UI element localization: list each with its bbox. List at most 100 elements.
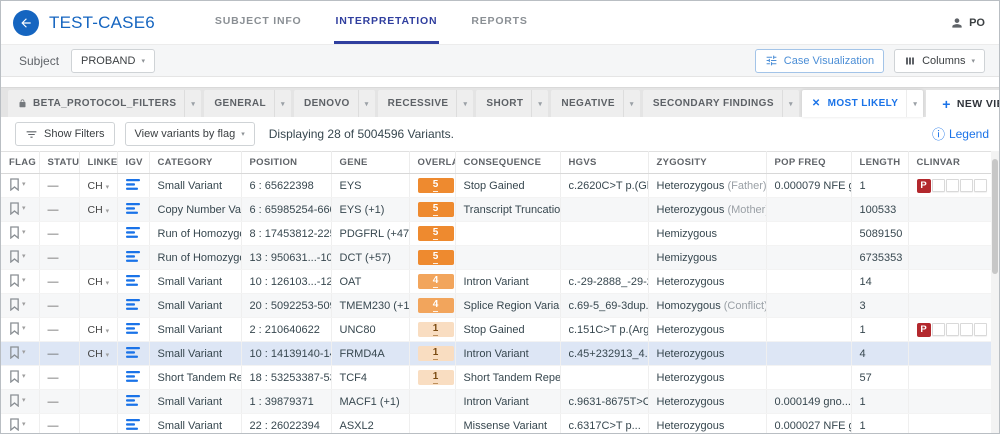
overlap-badge[interactable]: 5: [418, 202, 454, 217]
table-row[interactable]: ▾—CH ▾Small Variant10 : 126103...-126103…: [1, 270, 994, 294]
clinvar-indicator[interactable]: P: [917, 323, 987, 337]
chevron-down-icon[interactable]: ▾: [358, 90, 375, 117]
flag-bookmark-icon[interactable]: ▾: [9, 394, 26, 407]
column-header-clinvar[interactable]: CLINVAR: [908, 152, 994, 174]
overlap-badge[interactable]: 4: [418, 274, 454, 289]
columns-button[interactable]: Columns ▾: [894, 49, 985, 73]
view-by-flag-dropdown[interactable]: View variants by flag ▾: [125, 122, 255, 146]
chevron-down-icon[interactable]: ▾: [782, 90, 799, 117]
view-tab-negative[interactable]: NEGATIVE▾: [551, 90, 640, 117]
overlap-badge[interactable]: 5: [418, 178, 454, 193]
linked-dropdown[interactable]: CH ▾: [88, 276, 110, 288]
new-view-button[interactable]: + NEW VIEW: [926, 96, 1000, 112]
column-header-hgvs[interactable]: HGVS: [560, 152, 648, 174]
column-header-category[interactable]: CATEGORY: [149, 152, 241, 174]
chevron-down-icon[interactable]: ▾: [274, 90, 291, 117]
column-header-overlap[interactable]: OVERLAP: [409, 152, 455, 174]
hgvs-cell: c.6317C>T p...: [560, 414, 648, 434]
column-header-length[interactable]: LENGTH: [851, 152, 908, 174]
igv-link-icon[interactable]: [126, 395, 140, 406]
gene-cell: EYS: [331, 174, 409, 198]
table-row[interactable]: ▾—Small Variant22 : 26022394ASXL2Missens…: [1, 414, 994, 434]
view-tab-recessive[interactable]: RECESSIVE▾: [378, 90, 474, 117]
table-row[interactable]: ▾—CH ▾Copy Number Variant6 : 65985254-66…: [1, 198, 994, 222]
flag-bookmark-icon[interactable]: ▾: [9, 370, 26, 383]
view-tab-secondary-findings[interactable]: SECONDARY FINDINGS▾: [643, 90, 799, 117]
flag-bookmark-icon[interactable]: ▾: [9, 178, 26, 191]
igv-link-icon[interactable]: [126, 371, 140, 382]
flag-bookmark-icon[interactable]: ▾: [9, 322, 26, 335]
flag-bookmark-icon[interactable]: ▾: [9, 274, 26, 287]
table-row[interactable]: ▾—Run of Homozygosity8 : 17453812-225429…: [1, 222, 994, 246]
igv-link-icon[interactable]: [126, 251, 140, 262]
table-row[interactable]: ▾—Small Variant1 : 39879371MACF1 (+1)Int…: [1, 390, 994, 414]
igv-link-icon[interactable]: [126, 227, 140, 238]
case-visualization-button[interactable]: Case Visualization: [755, 49, 884, 73]
column-header-zygosity[interactable]: ZYGOSITY: [648, 152, 766, 174]
igv-link-icon[interactable]: [126, 299, 140, 310]
back-button[interactable]: [13, 10, 39, 36]
hgvs-cell: c.151C>T p.(Arg...: [560, 318, 648, 342]
linked-dropdown[interactable]: CH ▾: [88, 180, 110, 192]
table-row[interactable]: ▾—Small Variant20 : 5092253-5092254TMEM2…: [1, 294, 994, 318]
tab-interpretation[interactable]: INTERPRETATION: [334, 1, 440, 44]
table-row[interactable]: ▾—CH ▾Small Variant10 : 14139140-1413914…: [1, 342, 994, 366]
overlap-badge[interactable]: 1: [418, 322, 454, 337]
tab-reports[interactable]: REPORTS: [469, 1, 529, 44]
view-tab-beta-protocol-filters[interactable]: BETA_PROTOCOL_FILTERS▾: [8, 90, 201, 117]
overlap-badge[interactable]: 4: [418, 298, 454, 313]
chevron-down-icon[interactable]: ▾: [456, 90, 473, 117]
overlap-badge[interactable]: 1: [418, 370, 454, 385]
column-header-gene[interactable]: GENE: [331, 152, 409, 174]
legend-link[interactable]: ⓘ Legend: [932, 127, 989, 141]
overlap-badge[interactable]: 5: [418, 226, 454, 241]
column-header-flag[interactable]: FLAG: [1, 152, 39, 174]
flag-bookmark-icon[interactable]: ▾: [9, 418, 26, 431]
length-cell: 1: [851, 318, 908, 342]
column-header-linked[interactable]: LINKED: [79, 152, 117, 174]
igv-link-icon[interactable]: [126, 419, 140, 430]
consequence-cell: Transcript Truncation Cop...: [455, 198, 560, 222]
flag-bookmark-icon[interactable]: ▾: [9, 250, 26, 263]
column-header-igv[interactable]: IGV: [117, 152, 149, 174]
chevron-down-icon[interactable]: ▾: [623, 90, 640, 117]
view-tab-denovo[interactable]: DENOVO▾: [294, 90, 375, 117]
scrollbar-thumb[interactable]: [992, 159, 998, 274]
table-row[interactable]: ▾—CH ▾Small Variant2 : 210640622UNC801St…: [1, 318, 994, 342]
chevron-down-icon[interactable]: ▾: [531, 90, 548, 117]
table-row[interactable]: ▾—Run of Homozygosity13 : 950631...-1017…: [1, 246, 994, 270]
column-header-position[interactable]: POSITION: [241, 152, 331, 174]
vertical-scrollbar[interactable]: [991, 151, 999, 433]
position-cell: 22 : 26022394: [241, 414, 331, 434]
column-header-consequence[interactable]: CONSEQUENCE: [455, 152, 560, 174]
view-tab-short[interactable]: SHORT▾: [476, 90, 548, 117]
flag-bookmark-icon[interactable]: ▾: [9, 346, 26, 359]
subject-dropdown[interactable]: PROBAND ▾: [71, 49, 155, 73]
clinvar-indicator[interactable]: P: [917, 179, 987, 193]
table-row[interactable]: ▾—CH ▾Small Variant6 : 65622398EYS5Stop …: [1, 174, 994, 198]
overlap-badge[interactable]: 1: [418, 346, 454, 361]
linked-dropdown[interactable]: CH ▾: [88, 324, 110, 336]
flag-bookmark-icon[interactable]: ▾: [9, 298, 26, 311]
igv-link-icon[interactable]: [126, 275, 140, 286]
column-header-status[interactable]: STATUS: [39, 152, 79, 174]
overlap-badge[interactable]: 5: [418, 250, 454, 265]
flag-bookmark-icon[interactable]: ▾: [9, 202, 26, 215]
tab-subject-info[interactable]: SUBJECT INFO: [213, 1, 304, 44]
igv-link-icon[interactable]: [126, 179, 140, 190]
igv-link-icon[interactable]: [126, 347, 140, 358]
show-filters-button[interactable]: Show Filters: [15, 122, 115, 146]
linked-dropdown[interactable]: CH ▾: [88, 204, 110, 216]
view-tab-general[interactable]: GENERAL▾: [204, 90, 291, 117]
close-icon[interactable]: ✕: [812, 98, 821, 109]
table-row[interactable]: ▾—Short Tandem Repe...18 : 53253387-5325…: [1, 366, 994, 390]
igv-link-icon[interactable]: [126, 203, 140, 214]
chevron-down-icon[interactable]: ▾: [184, 90, 201, 117]
igv-link-icon[interactable]: [126, 323, 140, 334]
view-tab-most-likely[interactable]: ✕MOST LIKELY▾: [802, 90, 923, 117]
column-header-pop-freq[interactable]: POP FREQ: [766, 152, 851, 174]
linked-dropdown[interactable]: CH ▾: [88, 348, 110, 360]
chevron-down-icon[interactable]: ▾: [906, 90, 923, 117]
flag-bookmark-icon[interactable]: ▾: [9, 226, 26, 239]
user-menu[interactable]: PO: [950, 16, 985, 30]
